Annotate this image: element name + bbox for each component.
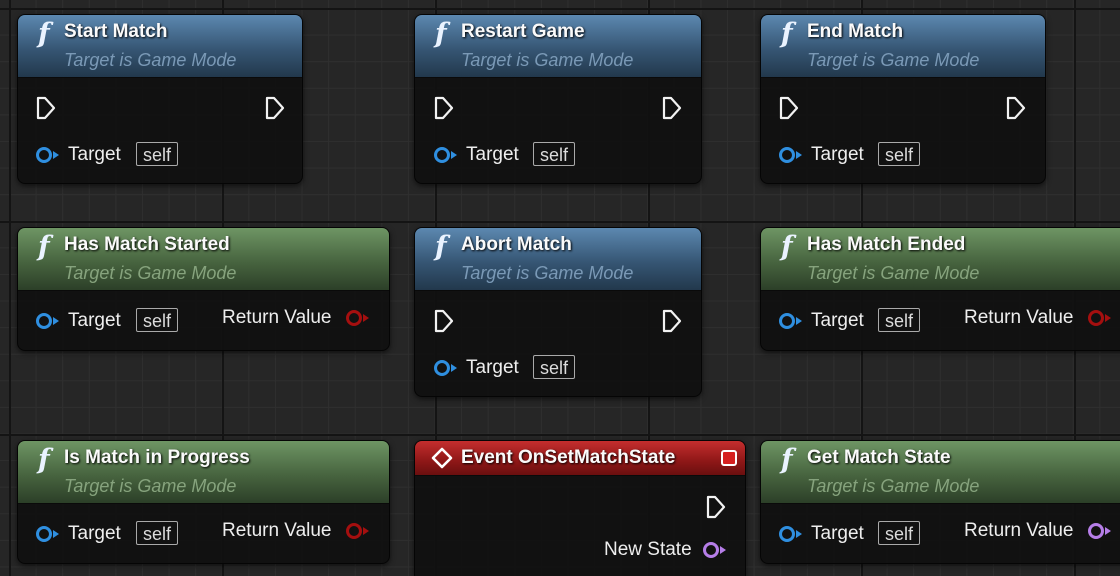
target-label: Target (466, 144, 519, 165)
node-subtitle: Target is Game Mode (807, 476, 980, 496)
target-label: Target (811, 523, 864, 544)
delegate-pin-icon[interactable] (721, 450, 737, 466)
diamond-icon (431, 447, 453, 469)
node-title: Start Match (64, 21, 168, 42)
target-pin-icon[interactable] (433, 358, 459, 378)
target-pin-icon[interactable] (35, 524, 61, 544)
node-subtitle: Target is Game Mode (807, 263, 980, 283)
self-field[interactable]: self (533, 355, 576, 379)
new-state-pin-icon[interactable] (702, 540, 728, 560)
self-field[interactable]: self (878, 142, 921, 166)
node-header[interactable]: f Start Match Target is Game Mode (18, 15, 302, 78)
node-subtitle: Target is Game Mode (64, 263, 237, 283)
self-field[interactable]: self (533, 142, 576, 166)
target-pin-icon[interactable] (35, 145, 61, 165)
exec-in-pin-icon[interactable] (35, 96, 57, 120)
target-label: Target (466, 357, 519, 378)
return-value-pin-icon[interactable] (1087, 521, 1113, 541)
return-value-label: Return Value (222, 307, 332, 328)
function-icon: f (781, 231, 793, 262)
return-value-label: Return Value (964, 520, 1074, 541)
self-field[interactable]: self (878, 308, 921, 332)
function-icon: f (781, 444, 793, 475)
exec-out-pin-icon[interactable] (661, 309, 683, 333)
target-label: Target (811, 310, 864, 331)
node-title: Restart Game (461, 21, 585, 42)
function-icon: f (781, 18, 793, 49)
exec-in-pin-icon[interactable] (778, 96, 800, 120)
node-is-match-in-progress[interactable]: f Is Match in Progress Target is Game Mo… (17, 440, 390, 564)
node-event-on-set-match-state[interactable]: Event OnSetMatchState New State (414, 440, 746, 576)
function-icon: f (38, 231, 50, 262)
node-title: Has Match Ended (807, 234, 966, 255)
return-value-pin-icon[interactable] (345, 521, 371, 541)
node-subtitle: Target is Game Mode (461, 50, 634, 70)
node-title: Abort Match (461, 234, 572, 255)
node-subtitle: Target is Game Mode (64, 50, 237, 70)
target-pin-icon[interactable] (35, 311, 61, 331)
node-header[interactable]: f Has Match Started Target is Game Mode (18, 228, 389, 291)
node-has-match-started[interactable]: f Has Match Started Target is Game Mode … (17, 227, 390, 351)
exec-in-pin-icon[interactable] (433, 309, 455, 333)
target-label: Target (811, 144, 864, 165)
node-header[interactable]: f Abort Match Target is Game Mode (415, 228, 701, 291)
target-label: Target (68, 144, 121, 165)
node-subtitle: Target is Game Mode (807, 50, 980, 70)
target-pin-icon[interactable] (433, 145, 459, 165)
node-abort-match[interactable]: f Abort Match Target is Game Mode Target… (414, 227, 702, 397)
node-header[interactable]: f Get Match State Target is Game Mode (761, 441, 1120, 504)
function-icon: f (38, 444, 50, 475)
self-field[interactable]: self (136, 521, 179, 545)
self-field[interactable]: self (136, 308, 179, 332)
node-has-match-ended[interactable]: f Has Match Ended Target is Game Mode Ta… (760, 227, 1120, 351)
node-subtitle: Target is Game Mode (64, 476, 237, 496)
node-title: End Match (807, 21, 904, 42)
exec-out-pin-icon[interactable] (705, 495, 727, 519)
self-field[interactable]: self (878, 521, 921, 545)
return-value-label: Return Value (964, 307, 1074, 328)
node-header[interactable]: f Is Match in Progress Target is Game Mo… (18, 441, 389, 504)
node-title: Get Match State (807, 447, 951, 468)
target-pin-icon[interactable] (778, 311, 804, 331)
function-icon: f (435, 231, 447, 262)
node-title: Is Match in Progress (64, 447, 250, 468)
return-value-pin-icon[interactable] (345, 308, 371, 328)
return-value-pin-icon[interactable] (1087, 308, 1113, 328)
exec-in-pin-icon[interactable] (433, 96, 455, 120)
function-icon: f (38, 18, 50, 49)
target-pin-icon[interactable] (778, 524, 804, 544)
node-title: Event OnSetMatchState (461, 447, 676, 468)
target-label: Target (68, 523, 121, 544)
exec-out-pin-icon[interactable] (661, 96, 683, 120)
node-header[interactable]: f Has Match Ended Target is Game Mode (761, 228, 1120, 291)
new-state-label: New State (604, 539, 692, 560)
exec-out-pin-icon[interactable] (264, 96, 286, 120)
node-start-match[interactable]: f Start Match Target is Game Mode Target… (17, 14, 303, 184)
target-label: Target (68, 310, 121, 331)
return-value-label: Return Value (222, 520, 332, 541)
function-icon: f (435, 18, 447, 49)
node-header[interactable]: f End Match Target is Game Mode (761, 15, 1045, 78)
node-end-match[interactable]: f End Match Target is Game Mode Target s… (760, 14, 1046, 184)
self-field[interactable]: self (136, 142, 179, 166)
node-restart-game[interactable]: f Restart Game Target is Game Mode Targe… (414, 14, 702, 184)
node-title: Has Match Started (64, 234, 230, 255)
node-get-match-state[interactable]: f Get Match State Target is Game Mode Ta… (760, 440, 1120, 564)
event-node-header[interactable]: Event OnSetMatchState (415, 441, 745, 476)
node-header[interactable]: f Restart Game Target is Game Mode (415, 15, 701, 78)
target-pin-icon[interactable] (778, 145, 804, 165)
exec-out-pin-icon[interactable] (1005, 96, 1027, 120)
node-subtitle: Target is Game Mode (461, 263, 634, 283)
